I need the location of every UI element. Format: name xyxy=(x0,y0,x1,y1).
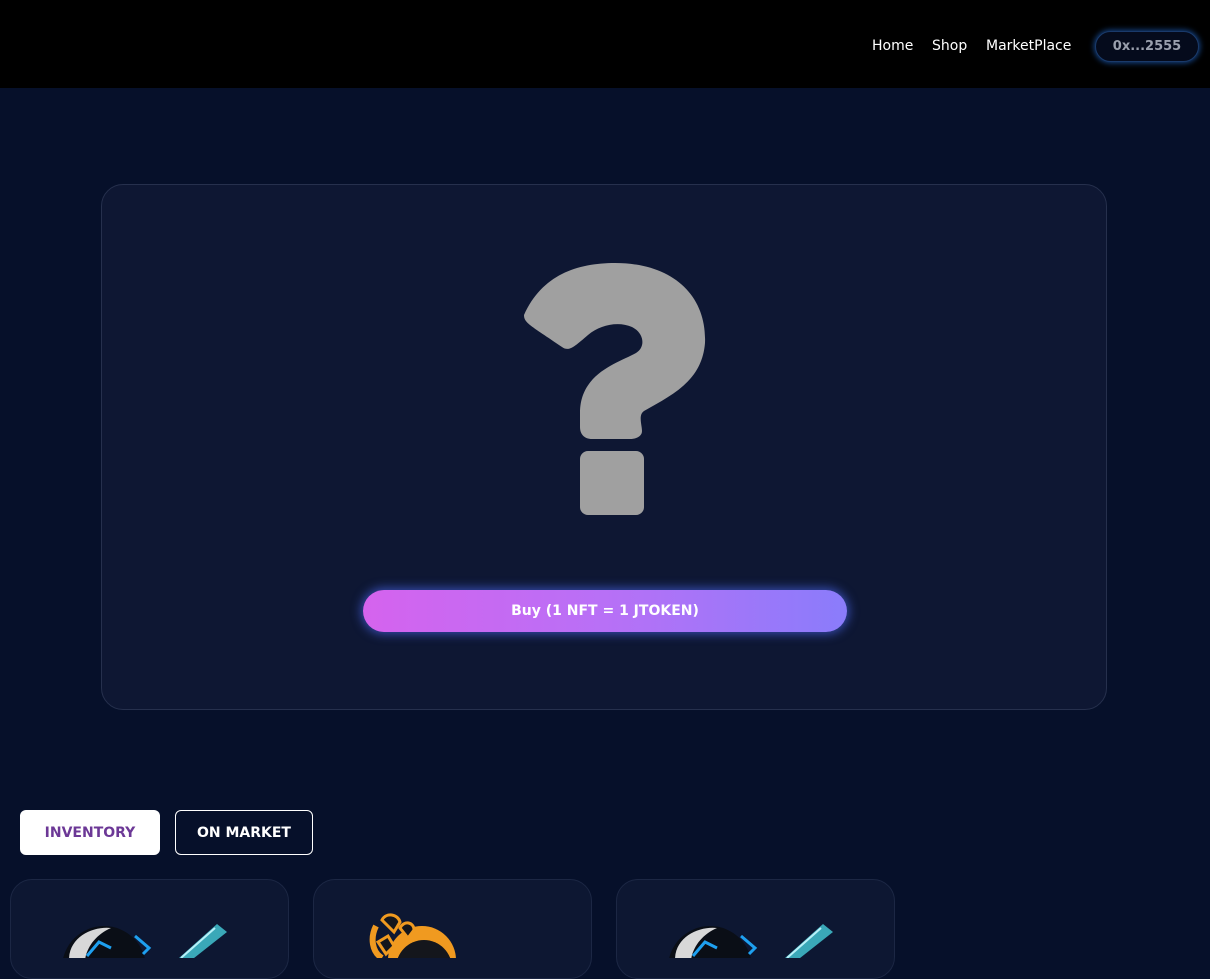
robot-orange-icon xyxy=(369,913,456,958)
wallet-address-button[interactable]: 0x...2555 xyxy=(1095,31,1199,62)
nav-marketplace-link[interactable]: MarketPlace xyxy=(986,36,1071,56)
buy-nft-button[interactable]: Buy (1 NFT = 1 JTOKEN) xyxy=(363,590,847,632)
tab-on-market[interactable]: ON MARKET xyxy=(175,810,313,855)
tab-inventory[interactable]: INVENTORY xyxy=(20,810,160,855)
robot-blue-icon xyxy=(669,924,833,958)
top-navbar: Home Shop MarketPlace 0x...2555 xyxy=(0,0,1210,88)
robot-blue-icon xyxy=(63,924,227,958)
nav-home-link[interactable]: Home xyxy=(872,36,913,56)
nav-shop-link[interactable]: Shop xyxy=(932,36,967,56)
mystery-box-card: Buy (1 NFT = 1 JTOKEN) xyxy=(101,184,1107,710)
question-mark-icon xyxy=(524,263,706,515)
inventory-item-card[interactable] xyxy=(616,879,895,979)
inventory-item-card[interactable] xyxy=(313,879,592,979)
inventory-item-card[interactable] xyxy=(10,879,289,979)
